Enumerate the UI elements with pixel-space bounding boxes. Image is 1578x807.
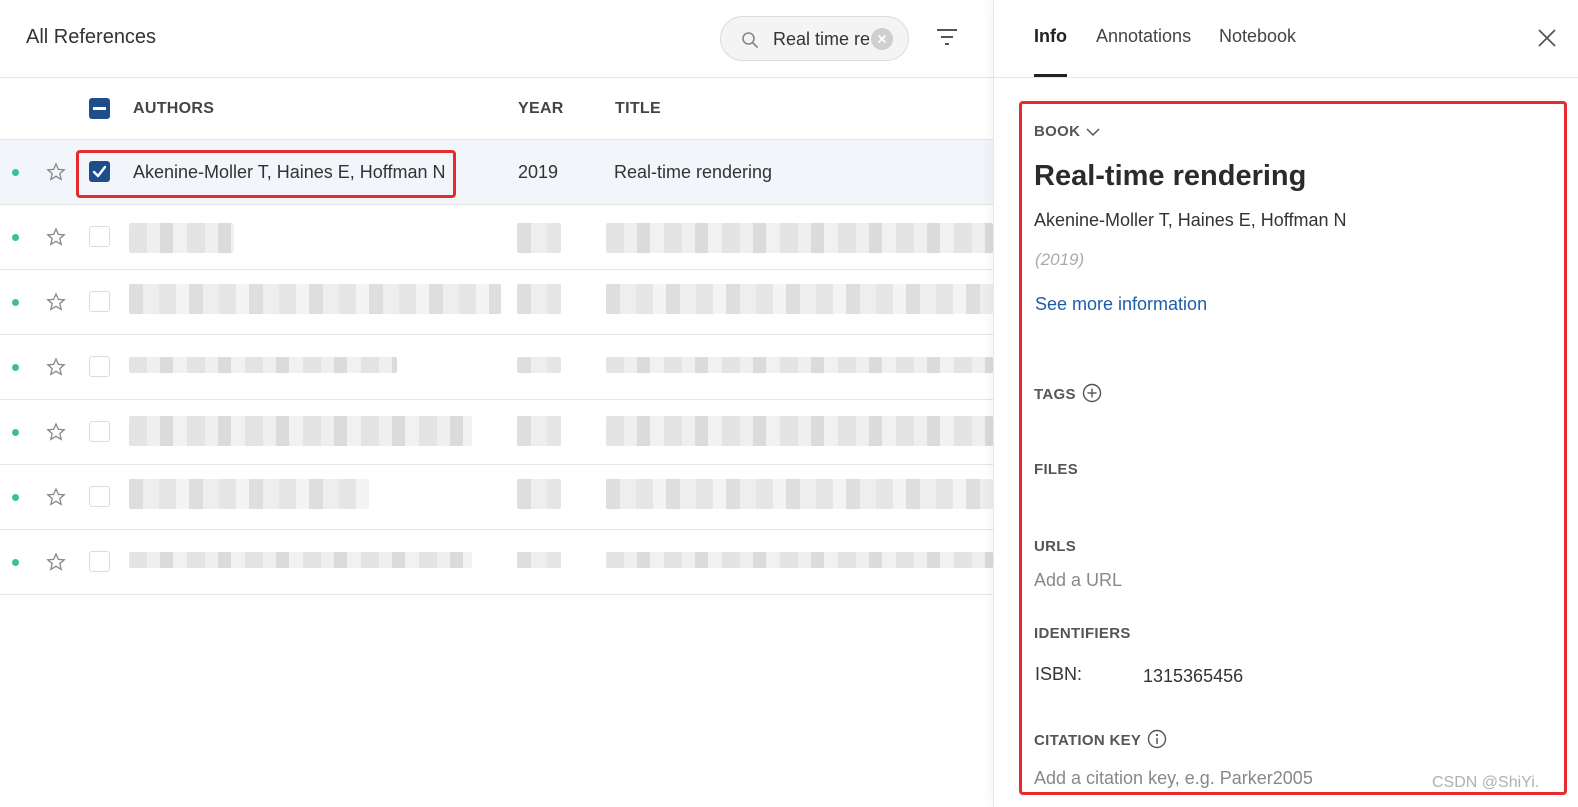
redacted-title [606,357,993,373]
column-header-row: AUTHORS YEAR TITLE [0,78,993,140]
star-icon[interactable] [46,487,66,507]
redacted-authors [129,552,472,568]
search-box[interactable] [720,16,909,61]
redacted-year [517,223,561,253]
watermark: CSDN @ShiYi. [1432,774,1540,791]
detail-tabs: Info Annotations Notebook [994,0,1578,78]
redacted-title [606,552,993,568]
page-title: All References [26,26,157,48]
highlight-box-authors [76,150,456,198]
redacted-year [517,479,561,509]
redacted-authors [129,416,472,446]
row-checkbox[interactable] [89,291,110,312]
row-checkbox[interactable] [89,226,110,247]
unread-dot [12,494,19,501]
redacted-authors [129,357,397,373]
reference-list-pane: All References AUTHORS YEAR TITLE [0,0,993,807]
list-toolbar: All References [0,0,993,78]
redacted-title [606,479,993,509]
column-header-authors[interactable]: AUTHORS [133,100,214,118]
star-icon[interactable] [46,357,66,377]
unread-dot [12,169,19,176]
redacted-authors [129,284,501,314]
row-checkbox[interactable] [89,551,110,572]
row-title: Real-time rendering [614,162,773,182]
star-icon[interactable] [46,422,66,442]
redacted-year [517,357,561,373]
table-row[interactable] [0,465,993,530]
reference-detail-pane: Info Annotations Notebook BOOK Real-time… [993,0,1578,807]
table-row[interactable] [0,205,993,270]
star-icon[interactable] [46,162,66,182]
unread-dot [12,299,19,306]
clear-search-icon[interactable] [871,28,893,50]
table-row[interactable] [0,270,993,335]
redacted-authors [129,479,369,509]
column-header-year[interactable]: YEAR [518,100,564,118]
redacted-year [517,416,561,446]
unread-dot [12,364,19,371]
redacted-year [517,552,561,568]
row-checkbox[interactable] [89,356,110,377]
search-icon [742,32,758,48]
filter-icon[interactable] [935,26,959,48]
redacted-title [606,416,993,446]
tab-info[interactable]: Info [1034,26,1067,47]
unread-dot [12,429,19,436]
row-checkbox[interactable] [89,421,110,442]
tab-annotations[interactable]: Annotations [1096,26,1191,47]
star-icon[interactable] [46,552,66,572]
search-input[interactable] [773,27,873,51]
close-icon[interactable] [1538,29,1556,47]
column-header-title[interactable]: TITLE [615,100,661,118]
active-tab-indicator [1034,74,1067,77]
redacted-title [606,223,993,253]
table-row[interactable] [0,400,993,465]
unread-dot [12,234,19,241]
redacted-authors [129,223,234,253]
redacted-year [517,284,561,314]
star-icon[interactable] [46,227,66,247]
tab-notebook[interactable]: Notebook [1219,26,1296,47]
table-row[interactable] [0,530,993,595]
star-icon[interactable] [46,292,66,312]
highlight-box-detail [1019,101,1567,795]
table-row[interactable] [0,335,993,400]
row-year: 2019 [518,162,559,182]
redacted-title [606,284,993,314]
row-checkbox[interactable] [89,486,110,507]
unread-dot [12,559,19,566]
select-all-checkbox[interactable] [89,98,110,119]
